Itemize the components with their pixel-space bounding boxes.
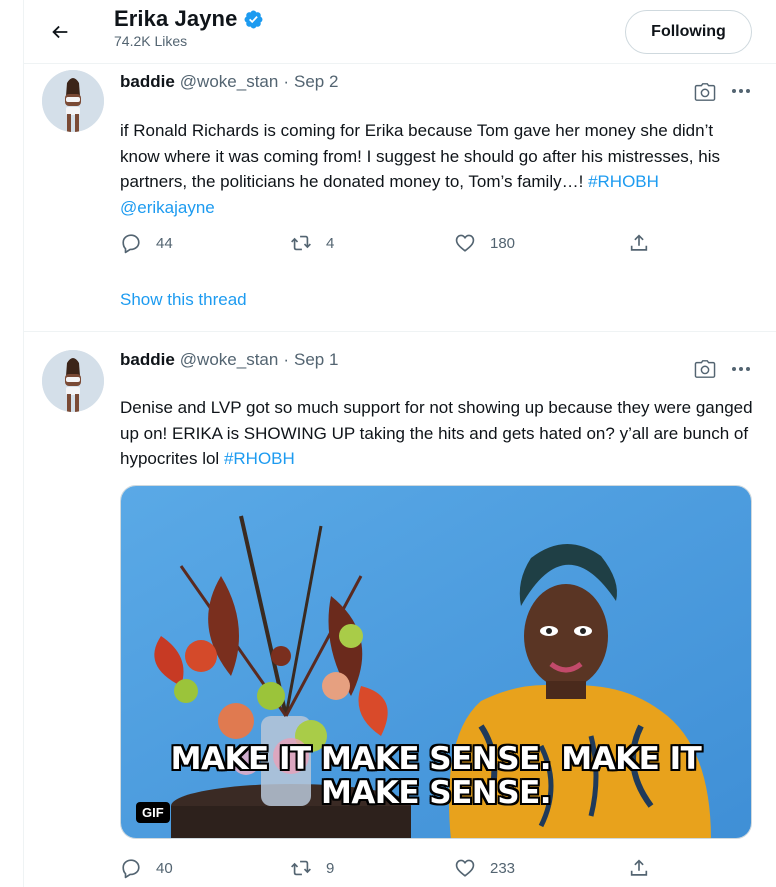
tweet-body: Denise and LVP got so much support for n…: [120, 398, 753, 468]
more-icon[interactable]: [730, 364, 752, 374]
tweet-date[interactable]: Sep 2: [294, 72, 338, 92]
profile-header: Erika Jayne 74.2K Likes Following: [24, 0, 776, 64]
page-title: Erika Jayne: [114, 6, 238, 31]
reply-icon: [122, 859, 140, 879]
gif-caption-line: MAKE SENSE.: [320, 775, 552, 811]
retweet-icon: [291, 860, 311, 876]
author-name[interactable]: baddie: [120, 350, 175, 370]
author-handle[interactable]: @woke_stan: [180, 350, 279, 370]
show-thread-link[interactable]: Show this thread: [120, 290, 247, 310]
author-name[interactable]: baddie: [120, 72, 175, 92]
avatar[interactable]: [42, 350, 104, 412]
verified-badge-icon: [244, 10, 263, 28]
avatar[interactable]: [42, 70, 104, 132]
retweet-count: 4: [326, 234, 335, 252]
hashtag-link[interactable]: #RHOBH: [224, 449, 295, 468]
tweet-header: baddie @woke_stan · Sep 2: [120, 72, 338, 92]
camera-icon[interactable]: [694, 82, 716, 102]
more-icon[interactable]: [730, 86, 752, 96]
like-button[interactable]: 233: [454, 857, 515, 879]
share-icon: [630, 234, 648, 251]
mention-link[interactable]: @erikajayne: [120, 198, 215, 217]
gif-caption: MAKE IT MAKE SENSE. MAKE IT MAKE SENSE.: [121, 742, 751, 810]
tweet[interactable]: baddie @woke_stan · Sep 1 Denise and LVP…: [24, 333, 776, 887]
gif-media[interactable]: MAKE IT MAKE SENSE. MAKE IT MAKE SENSE. …: [120, 485, 752, 839]
tweet[interactable]: baddie @woke_stan · Sep 2 if Ronald Rich…: [24, 64, 776, 332]
tweet-actions: 44 4 180: [120, 232, 660, 256]
reply-button[interactable]: 44: [120, 232, 173, 254]
gif-caption-line: MAKE IT MAKE SENSE. MAKE IT: [170, 741, 702, 777]
tweet-actions: 40 9 233: [120, 857, 660, 881]
retweet-count: 9: [326, 859, 335, 877]
like-button[interactable]: 180: [454, 232, 515, 254]
following-button[interactable]: Following: [625, 10, 752, 54]
reply-icon: [122, 234, 140, 254]
retweet-button[interactable]: 4: [290, 232, 334, 254]
like-count: 180: [490, 234, 516, 252]
retweet-icon: [291, 235, 311, 251]
arrow-left-icon: [52, 25, 68, 39]
gif-badge: GIF: [136, 802, 170, 823]
reply-button[interactable]: 40: [120, 857, 173, 879]
share-icon: [630, 859, 648, 876]
like-count: 233: [490, 859, 516, 877]
author-handle[interactable]: @woke_stan: [180, 72, 279, 92]
share-button[interactable]: [628, 857, 650, 879]
tweet-date[interactable]: Sep 1: [294, 350, 338, 370]
header-title-block: Erika Jayne 74.2K Likes: [114, 6, 264, 49]
share-button[interactable]: [628, 232, 650, 254]
tweet-text: if Ronald Richards is coming for Erika b…: [120, 118, 755, 220]
timeline-column: Erika Jayne 74.2K Likes Following baddie: [23, 0, 776, 887]
separator-dot: ·: [283, 350, 289, 369]
camera-icon[interactable]: [694, 359, 716, 379]
tweet-text: Denise and LVP got so much support for n…: [120, 395, 755, 472]
heart-icon: [455, 234, 475, 252]
likes-count: 74.2K Likes: [114, 33, 188, 49]
reply-count: 44: [156, 234, 173, 252]
tweet-header: baddie @woke_stan · Sep 1: [120, 350, 338, 370]
reply-count: 40: [156, 859, 173, 877]
separator-dot: ·: [283, 72, 289, 91]
back-button[interactable]: [42, 14, 78, 50]
retweet-button[interactable]: 9: [290, 857, 334, 879]
heart-icon: [455, 859, 475, 877]
hashtag-link[interactable]: #RHOBH: [588, 172, 659, 191]
